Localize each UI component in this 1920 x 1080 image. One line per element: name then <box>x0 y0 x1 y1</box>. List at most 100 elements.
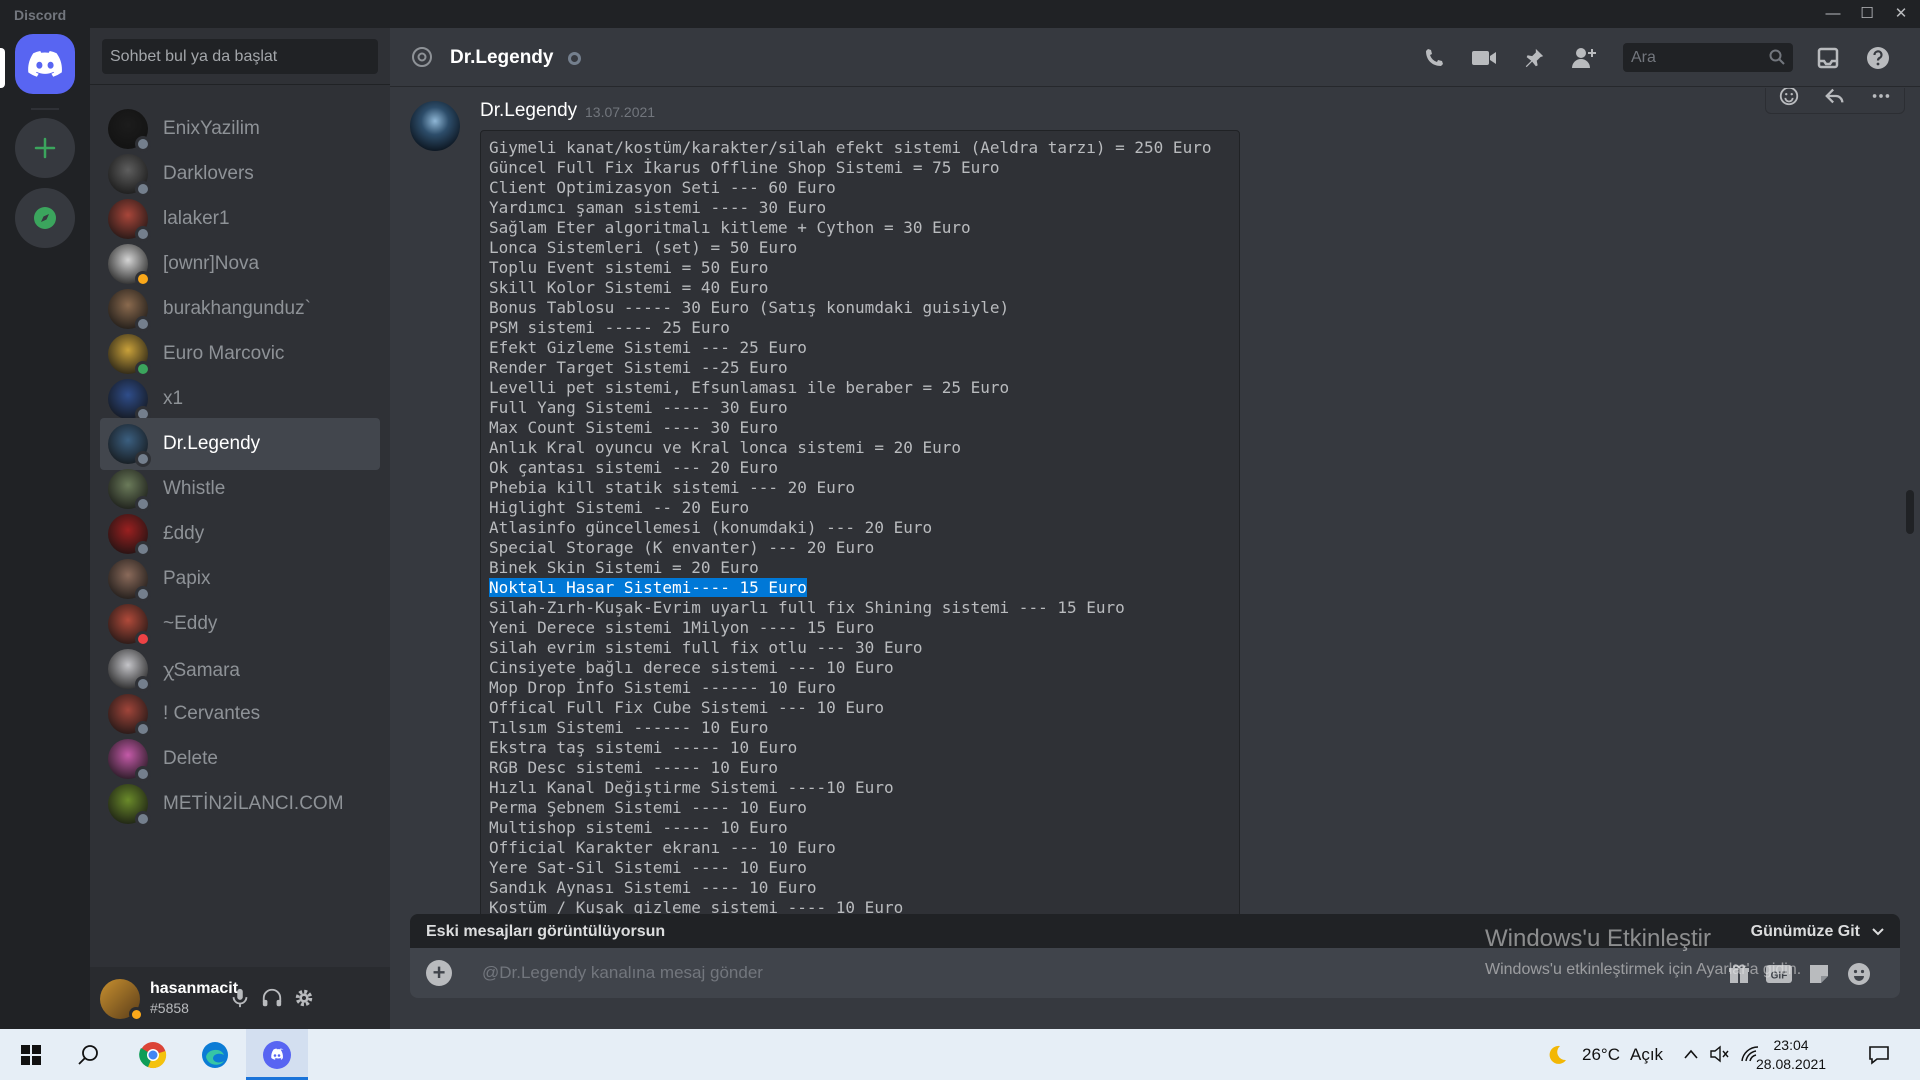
code-line-text: Silah-Zırh-Kuşak-Evrim uyarlı full fix S… <box>489 598 1125 617</box>
dm-name: Darklovers <box>163 163 254 184</box>
home-button[interactable] <box>15 34 75 94</box>
code-line-text: Yeni Derece sistemi 1Milyon ---- 15 Euro <box>489 618 875 637</box>
gear-icon <box>295 989 313 1007</box>
code-line-text: Offical Full Fix Cube Sistemi --- 10 Eur… <box>489 698 884 717</box>
guild-separator <box>31 108 59 110</box>
dm-name: [ownr]Nova <box>163 253 260 274</box>
chat-header: Dr.Legendy Ara <box>390 28 1920 87</box>
sticker-button[interactable] <box>1804 960 1834 988</box>
user-settings-button[interactable] <box>290 984 318 1012</box>
code-line-text: Special Storage (K envanter) --- 20 Euro <box>489 538 875 557</box>
help-button[interactable] <box>1864 44 1892 72</box>
notifications-icon[interactable] <box>1868 1044 1890 1066</box>
code-line-text: Yardımcı şaman sistemi ---- 30 Euro <box>489 198 827 217</box>
inbox-button[interactable] <box>1814 44 1842 72</box>
compass-icon <box>34 207 56 229</box>
dm-name: Whistle <box>163 478 226 499</box>
emoji-button[interactable] <box>1844 960 1874 988</box>
add-reaction-icon[interactable] <box>1778 88 1800 107</box>
reply-icon[interactable] <box>1824 88 1846 107</box>
avatar <box>108 469 151 512</box>
message-author[interactable]: Dr.Legendy <box>480 100 577 122</box>
taskbar-edge[interactable] <box>184 1029 246 1080</box>
avatar <box>108 604 151 647</box>
code-line: Yere Sat-Sil Sistemi ---- 10 Euro <box>489 858 1231 878</box>
code-line: Higlight Sistemi -- 20 Euro <box>489 498 1231 518</box>
code-line: Atlasinfo güncellemesi (konumdaki) --- 2… <box>489 518 1231 538</box>
taskbar-discord[interactable] <box>246 1029 308 1080</box>
headphones-icon <box>262 988 282 1007</box>
code-line-text: Full Yang Sistemi ----- 30 Euro <box>489 398 788 417</box>
code-line-text: Client Optimizasyon Seti --- 60 Euro <box>489 178 836 197</box>
code-line: Perma Şebnem Sistemi ---- 10 Euro <box>489 798 1231 818</box>
add-friends-to-dm-button[interactable] <box>1570 44 1598 72</box>
code-line: Multishop sistemi ----- 10 Euro <box>489 818 1231 838</box>
search-icon <box>1769 49 1785 65</box>
microphone-icon <box>232 988 248 1008</box>
help-icon <box>1867 47 1889 69</box>
dm-list: EnixYazilim Darklovers lalaker1 [ownr]Nova b… <box>90 101 390 973</box>
status-indicator <box>129 1007 143 1021</box>
upload-button[interactable]: + <box>426 960 452 986</box>
dm-name: £ddy <box>163 523 205 544</box>
mute-button[interactable] <box>226 984 254 1012</box>
code-line: Ekstra taş sistemi ----- 10 Euro <box>489 738 1231 758</box>
explore-servers-button[interactable] <box>15 188 75 248</box>
add-server-button[interactable] <box>15 118 75 178</box>
more-options-icon[interactable] <box>1870 88 1892 107</box>
chevron-up-icon[interactable] <box>1683 1048 1699 1060</box>
dm-name: burakhangunduz` <box>163 298 311 319</box>
avatar <box>108 694 151 737</box>
code-line-text: Giymeli kanat/kostüm/karakter/silah efek… <box>489 138 1212 157</box>
code-line-text: RGB Desc sistemi ----- 10 Euro <box>489 758 778 777</box>
avatar[interactable] <box>410 101 460 151</box>
message-list: Dr.Legendy 13.07.2021 Giymeli kanat/kost… <box>390 88 1920 943</box>
code-line: Binek Skin Sistemi = 20 Euro <box>489 558 1231 578</box>
dm-name: Delete <box>163 748 218 769</box>
search-placeholder: Ara <box>1631 49 1656 66</box>
code-line: Skill Kolor Sistemi = 40 Euro <box>489 278 1231 298</box>
code-line: Yardımcı şaman sistemi ---- 30 Euro <box>489 198 1231 218</box>
start-voice-call-button[interactable] <box>1420 44 1448 72</box>
taskbar-chrome[interactable] <box>122 1029 184 1080</box>
code-line: Cinsiyete bağlı derece sistemi --- 10 Eu… <box>489 658 1231 678</box>
code-line-text: Sağlam Eter algoritmalı kitleme + Cython… <box>489 218 971 237</box>
weather-temperature[interactable]: 26°C <box>1582 1045 1620 1065</box>
search-input[interactable]: Ara <box>1623 43 1793 72</box>
taskbar-search-button[interactable] <box>58 1029 120 1080</box>
status-indicator <box>568 52 581 65</box>
code-line-text: Cinsiyete bağlı derece sistemi --- 10 Eu… <box>489 658 894 677</box>
window-titlebar: Discord — ☐ ✕ <box>0 0 1920 28</box>
speaker-muted-icon[interactable] <box>1710 1045 1730 1063</box>
code-line-text: Tılsım Sistemi ------ 10 Euro <box>489 718 769 737</box>
weather-description[interactable]: Açık <box>1630 1045 1663 1065</box>
deafen-button[interactable] <box>258 984 286 1012</box>
avatar <box>108 154 151 197</box>
code-line: Bonus Tablosu ----- 30 Euro (Satış konum… <box>489 298 1231 318</box>
code-line-text: Higlight Sistemi -- 20 Euro <box>489 498 750 517</box>
close-icon[interactable]: ✕ <box>1884 0 1918 28</box>
chrome-icon <box>139 1041 167 1068</box>
start-video-call-button[interactable] <box>1470 44 1498 72</box>
scrollbar[interactable] <box>1906 490 1914 534</box>
start-button[interactable] <box>0 1029 62 1080</box>
chevron-down-icon[interactable] <box>1870 923 1886 939</box>
activation-title: Windows'u Etkinleştir <box>1485 925 1711 952</box>
username: hasanmacit <box>150 980 239 997</box>
minimize-icon[interactable]: — <box>1816 0 1850 28</box>
code-line: Silah evrim sistemi full fix otlu --- 30… <box>489 638 1231 658</box>
code-line: Lonca Sistemleri (set) = 50 Euro <box>489 238 1231 258</box>
system-clock[interactable]: 23:04 28.08.2021 <box>1756 1036 1826 1074</box>
code-line: Silah-Zırh-Kuşak-Evrim uyarlı full fix S… <box>489 598 1231 618</box>
find-conversation-input[interactable]: Sohbet bul ya da başlat <box>102 39 378 74</box>
dm-item[interactable]: METİN2İLANCI.COM <box>100 778 380 830</box>
add-user-icon <box>1572 48 1596 68</box>
pinned-messages-button[interactable] <box>1520 44 1548 72</box>
message-input[interactable]: @Dr.Legendy kanalına mesaj gönder <box>482 963 763 983</box>
code-line: Ok çantası sistemi --- 20 Euro <box>489 458 1231 478</box>
emoji-icon <box>1848 963 1870 985</box>
code-line: Hızlı Kanal Değiştirme Sistemi ----10 Eu… <box>489 778 1231 798</box>
code-line: Special Storage (K envanter) --- 20 Euro <box>489 538 1231 558</box>
maximize-icon[interactable]: ☐ <box>1850 0 1884 28</box>
avatar <box>108 649 151 692</box>
